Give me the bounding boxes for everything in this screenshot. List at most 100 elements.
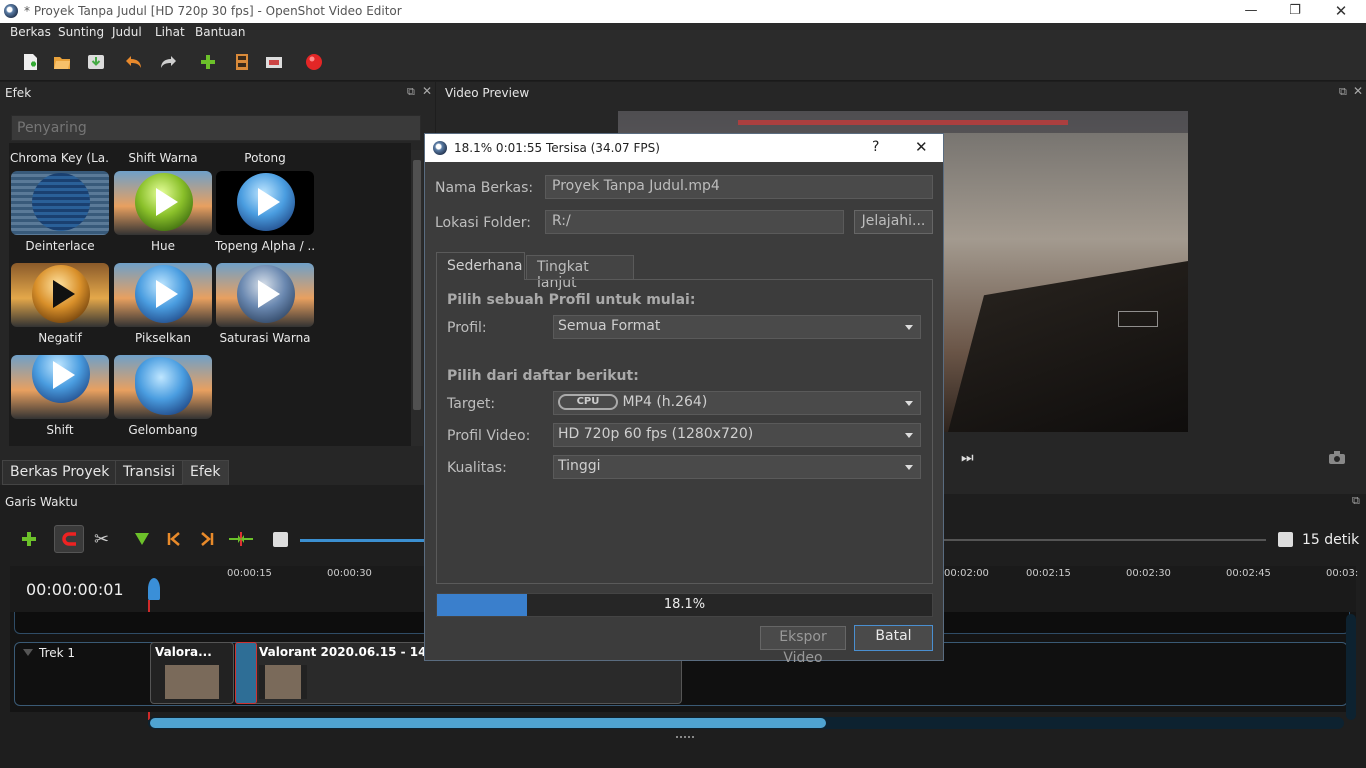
magnet-icon — [62, 532, 76, 546]
export-dialog: 18.1% 0:01:55 Tersisa (34.07 FPS) ? ✕ Na… — [424, 133, 944, 666]
add-track-icon[interactable] — [20, 530, 38, 548]
effects-panel-title: Efek — [5, 86, 32, 100]
video-profile-select[interactable]: HD 720p 60 fps (1280x720) — [553, 423, 921, 447]
razor-icon[interactable]: ✂ — [94, 529, 109, 550]
export-video-button[interactable]: Ekspor Video — [760, 626, 846, 666]
add-marker-icon[interactable] — [134, 532, 150, 546]
camera-icon[interactable] — [1329, 451, 1345, 464]
previous-marker-icon[interactable] — [167, 532, 181, 546]
open-project-icon[interactable] — [52, 52, 72, 72]
video-preview-title: Video Preview — [445, 86, 530, 100]
effect-thumbnail — [114, 263, 212, 327]
transition-block[interactable] — [235, 642, 257, 704]
effect-item[interactable]: Saturasi Warna — [215, 263, 315, 345]
next-marker-icon[interactable] — [200, 532, 214, 546]
close-panel-icon[interactable]: ✕ — [422, 84, 432, 98]
effect-thumbnail — [216, 263, 314, 327]
profile-label: Profil: — [447, 320, 487, 336]
close-panel-icon[interactable]: ✕ — [1353, 84, 1363, 98]
effect-item[interactable]: Negatif — [10, 263, 110, 345]
menu-bantuan[interactable]: Bantuan — [195, 25, 245, 39]
restore-icon[interactable]: ❐ — [1272, 0, 1318, 23]
effect-item[interactable]: Shift Warna — [113, 147, 213, 165]
effect-label: Gelombang — [128, 423, 198, 437]
clip-1[interactable]: Valora... — [150, 642, 234, 704]
dialog-close-icon[interactable]: ✕ — [915, 138, 928, 156]
effect-label: Potong — [244, 151, 286, 165]
tab-transisi[interactable]: Transisi — [115, 460, 184, 485]
horizontal-scroll-thumb[interactable] — [150, 718, 826, 728]
fullscreen-icon[interactable] — [264, 52, 284, 72]
window-title: * Proyek Tanpa Judul [HD 720p 30 fps] - … — [24, 4, 402, 18]
float-icon[interactable]: ⧉ — [1339, 85, 1347, 99]
target-label: Target: — [447, 396, 496, 412]
import-files-icon[interactable] — [198, 52, 218, 72]
ruler-label: 00:00:15 — [227, 568, 272, 579]
menu-berkas[interactable]: Berkas — [10, 25, 51, 39]
effect-label: Deinterlace — [25, 239, 95, 253]
menu-lihat[interactable]: Lihat — [155, 25, 185, 39]
close-icon[interactable]: ✕ — [1318, 0, 1364, 23]
effect-thumbnail — [216, 171, 314, 235]
effects-filter-input[interactable] — [11, 115, 421, 141]
help-button[interactable]: ? — [872, 139, 879, 155]
effects-grid: Chroma Key (La... Shift Warna Potong Dei… — [9, 143, 411, 446]
tab-tingkat-lanjut[interactable]: Tingkat lanjut — [526, 255, 634, 291]
effect-item[interactable]: Chroma Key (La... — [10, 147, 110, 165]
profile-value: Semua Format — [558, 318, 661, 334]
file-name-input[interactable]: Proyek Tanpa Judul.mp4 — [545, 175, 933, 199]
zoom-out-icon[interactable] — [273, 532, 288, 547]
dialog-title: 18.1% 0:01:55 Tersisa (34.07 FPS) — [454, 141, 660, 155]
target-select[interactable]: CPU MP4 (h.264) — [553, 391, 921, 415]
splitter-handle[interactable] — [676, 736, 694, 739]
float-icon[interactable]: ⧉ — [1352, 494, 1360, 508]
track-name: Trek 1 — [39, 646, 76, 660]
effect-thumbnail — [11, 355, 109, 419]
effect-item[interactable]: Deinterlace — [10, 171, 110, 253]
ruler-label: 00:02:15 — [1026, 568, 1071, 579]
folder-input[interactable]: R:/ — [545, 210, 844, 234]
profile-film-icon[interactable] — [232, 52, 252, 72]
effect-item[interactable]: Hue — [113, 171, 213, 253]
effect-label: Shift Warna — [128, 151, 198, 165]
title-bar: * Proyek Tanpa Judul [HD 720p 30 fps] - … — [0, 0, 1366, 23]
effects-scrollbar[interactable] — [411, 150, 423, 446]
new-project-icon[interactable] — [20, 52, 40, 72]
effect-item[interactable]: Topeng Alpha / ... — [215, 171, 315, 253]
effect-item[interactable]: Pikselkan — [113, 263, 213, 345]
jump-end-icon[interactable]: ⏭ — [961, 450, 974, 466]
timecode: 00:00:00:01 — [26, 580, 124, 599]
tab-efek[interactable]: Efek — [182, 460, 229, 485]
tab-berkas-proyek[interactable]: Berkas Proyek — [2, 460, 118, 485]
tab-sederhana[interactable]: Sederhana — [436, 252, 525, 280]
undo-icon[interactable] — [124, 52, 144, 72]
vertical-scrollbar[interactable] — [1346, 614, 1356, 720]
effect-item[interactable]: Shift — [10, 355, 110, 437]
zoom-in-icon[interactable] — [1278, 532, 1293, 547]
effect-item[interactable]: Potong — [215, 147, 315, 165]
snap-button[interactable] — [54, 525, 84, 553]
chevron-down-icon — [905, 433, 913, 438]
effect-label: Shift — [46, 423, 74, 437]
bottom-tabs: Berkas Proyek Transisi Efek — [0, 457, 435, 485]
effect-label: Hue — [150, 239, 175, 253]
effect-item[interactable]: Gelombang — [113, 355, 213, 437]
menu-judul[interactable]: Judul — [112, 25, 142, 39]
cancel-button[interactable]: Batal — [854, 625, 933, 651]
effect-thumbnail — [114, 171, 212, 235]
export-progress-bar: 18.1% — [436, 593, 933, 617]
zoom-slider[interactable] — [300, 539, 424, 542]
browse-button[interactable]: Jelajahi... — [854, 210, 933, 234]
export-video-icon[interactable] — [304, 52, 324, 72]
playhead-handle[interactable] — [148, 578, 160, 600]
redo-icon[interactable] — [158, 52, 178, 72]
minimize-icon[interactable]: — — [1228, 0, 1274, 23]
save-project-icon[interactable] — [86, 52, 106, 72]
menu-sunting[interactable]: Sunting — [58, 25, 104, 39]
float-icon[interactable]: ⧉ — [407, 85, 415, 99]
center-playhead-icon[interactable] — [228, 532, 254, 546]
profile-select[interactable]: Semua Format — [553, 315, 921, 339]
openshot-logo-icon — [4, 4, 18, 18]
quality-value: Tinggi — [558, 458, 601, 474]
quality-select[interactable]: Tinggi — [553, 455, 921, 479]
